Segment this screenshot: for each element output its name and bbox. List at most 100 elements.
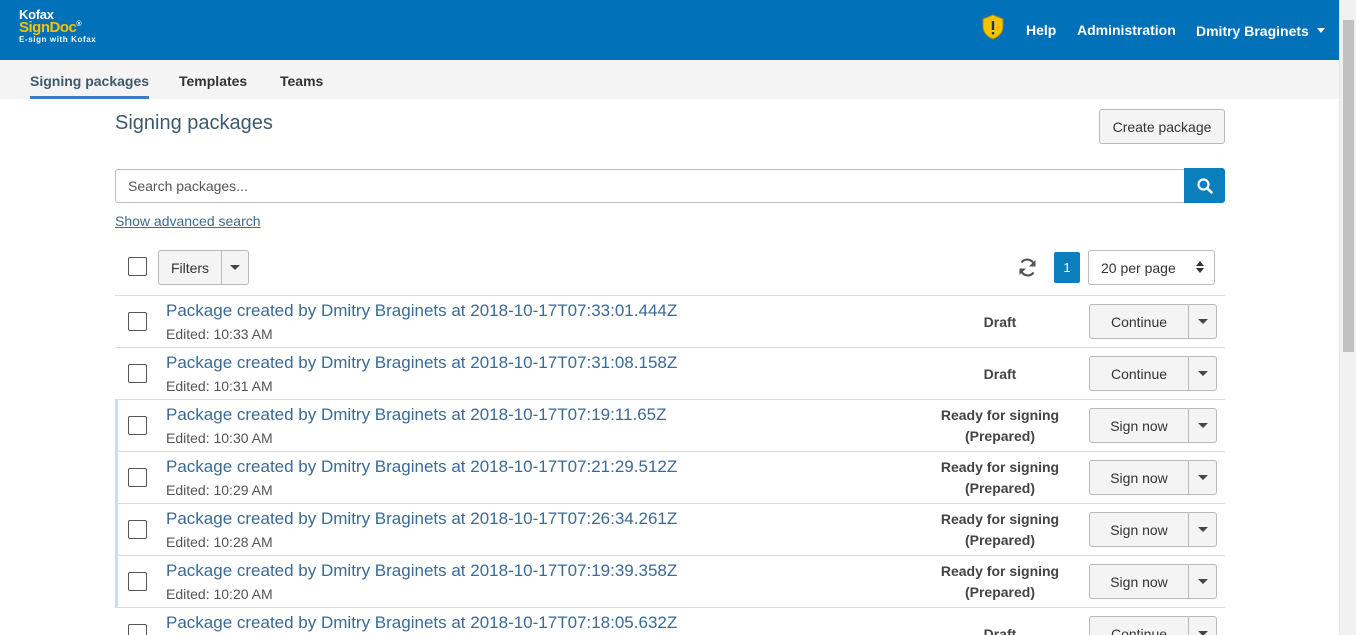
row-action-dropdown[interactable] — [1188, 460, 1217, 495]
status-text: Draft — [983, 313, 1017, 330]
row-action-button[interactable]: Sign now — [1089, 564, 1189, 599]
package-title-link[interactable]: Package created by Dmitry Braginets at 2… — [166, 457, 677, 477]
row-checkbox[interactable] — [128, 416, 147, 435]
tab-teams[interactable]: Teams — [280, 73, 323, 89]
status-subtext: (Prepared) — [964, 532, 1035, 548]
status-label: Ready for signing (Prepared) — [925, 400, 1075, 452]
caret-down-icon — [1197, 631, 1208, 635]
caret-down-icon — [1197, 579, 1208, 584]
row-action-button[interactable]: Continue — [1089, 356, 1189, 391]
logo-tagline: E-sign with Kofax — [19, 35, 97, 44]
row-action-dropdown[interactable] — [1188, 408, 1217, 443]
sort-arrows-icon — [1196, 261, 1204, 273]
status-text: Ready for signing — [940, 511, 1060, 527]
row-action-button[interactable]: Sign now — [1089, 460, 1189, 495]
edited-time: Edited: 10:31 AM — [166, 378, 273, 394]
status-label: Ready for signing (Prepared) — [925, 504, 1075, 556]
refresh-icon[interactable] — [1017, 257, 1038, 278]
logo-brand: SignDoc — [19, 19, 77, 36]
row-action-button[interactable]: Sign now — [1089, 512, 1189, 547]
top-navbar: Kofax SignDoc® E-sign with Kofax Help Ad… — [0, 0, 1339, 60]
security-warning-icon[interactable] — [982, 14, 1004, 40]
edited-time: Edited: 10:29 AM — [166, 482, 273, 498]
caret-down-icon — [1197, 319, 1208, 324]
page-title: Signing packages — [115, 112, 273, 134]
caret-down-icon — [1197, 371, 1208, 376]
user-name: Dmitry Braginets — [1196, 23, 1309, 39]
pagination-page-1[interactable]: 1 — [1054, 252, 1080, 283]
status-label: Ready for signing (Prepared) — [925, 556, 1075, 608]
caret-down-icon — [1197, 423, 1208, 428]
logo-line2: SignDoc® — [19, 20, 96, 35]
edited-time: Edited: 10:33 AM — [166, 326, 273, 342]
edited-time: Edited: 10:30 AM — [166, 430, 273, 446]
search-icon — [1196, 177, 1213, 194]
row-action-dropdown[interactable] — [1188, 304, 1217, 339]
kofax-signdoc-logo[interactable]: Kofax SignDoc® E-sign with Kofax — [19, 8, 96, 44]
section-tabs: Signing packages Templates Teams — [0, 60, 1339, 99]
caret-down-icon — [1197, 475, 1208, 480]
active-tab-indicator — [30, 96, 149, 99]
package-title-link[interactable]: Package created by Dmitry Braginets at 2… — [166, 301, 677, 321]
user-menu[interactable]: Dmitry Braginets — [1196, 23, 1325, 39]
scrollbar-thumb[interactable] — [1343, 20, 1354, 352]
search-button[interactable] — [1184, 168, 1225, 203]
row-action-dropdown[interactable] — [1188, 616, 1217, 635]
status-text: Draft — [983, 365, 1017, 382]
row-action-dropdown[interactable] — [1188, 512, 1217, 547]
row-action-button[interactable]: Continue — [1089, 304, 1189, 339]
package-row: Package created by Dmitry Braginets at 2… — [115, 607, 1225, 635]
caret-down-icon — [230, 265, 240, 270]
package-title-link[interactable]: Package created by Dmitry Braginets at 2… — [166, 561, 677, 581]
package-row: Package created by Dmitry Braginets at 2… — [115, 451, 1225, 503]
filters-button[interactable]: Filters — [158, 250, 222, 285]
row-checkbox[interactable] — [128, 624, 147, 635]
row-checkbox[interactable] — [128, 364, 147, 383]
package-row: Package created by Dmitry Braginets at 2… — [115, 503, 1225, 555]
row-action-button[interactable]: Sign now — [1089, 408, 1189, 443]
tab-signing-packages[interactable]: Signing packages — [30, 73, 149, 89]
status-subtext: (Prepared) — [964, 584, 1035, 600]
status-text: Ready for signing — [940, 407, 1060, 423]
row-checkbox[interactable] — [128, 520, 147, 539]
package-row: Package created by Dmitry Braginets at 2… — [115, 347, 1225, 399]
status-label: Draft — [925, 348, 1075, 400]
package-title-link[interactable]: Package created by Dmitry Braginets at 2… — [166, 353, 677, 373]
advanced-search-link[interactable]: Show advanced search — [115, 213, 261, 229]
row-action-button[interactable]: Continue — [1089, 616, 1189, 635]
package-title-link[interactable]: Package created by Dmitry Braginets at 2… — [166, 509, 677, 529]
per-page-value: 20 per page — [1101, 259, 1176, 276]
row-action-dropdown[interactable] — [1188, 564, 1217, 599]
row-checkbox[interactable] — [128, 468, 147, 487]
search-input[interactable] — [115, 169, 1185, 203]
status-label: Draft — [925, 296, 1075, 348]
package-row: Package created by Dmitry Braginets at 2… — [115, 295, 1225, 347]
select-all-checkbox[interactable] — [128, 257, 147, 276]
status-label: Ready for signing (Prepared) — [925, 452, 1075, 504]
row-checkbox[interactable] — [128, 312, 147, 331]
create-package-button[interactable]: Create package — [1099, 109, 1225, 144]
caret-down-icon — [1197, 527, 1208, 532]
tab-templates[interactable]: Templates — [179, 73, 247, 89]
package-row: Package created by Dmitry Braginets at 2… — [115, 555, 1225, 607]
status-subtext: (Prepared) — [964, 480, 1035, 496]
status-subtext: (Prepared) — [964, 428, 1035, 444]
help-link[interactable]: Help — [1026, 22, 1056, 38]
status-text: Draft — [983, 625, 1017, 635]
row-checkbox[interactable] — [128, 572, 147, 591]
chevron-down-icon — [1316, 28, 1325, 33]
administration-link[interactable]: Administration — [1077, 22, 1176, 38]
filters-dropdown-toggle[interactable] — [221, 250, 249, 285]
package-title-link[interactable]: Package created by Dmitry Braginets at 2… — [166, 405, 667, 425]
status-text: Ready for signing — [940, 563, 1060, 579]
per-page-select[interactable]: 20 per page — [1088, 250, 1215, 285]
package-title-link[interactable]: Package created by Dmitry Braginets at 2… — [166, 613, 677, 633]
vertical-scrollbar[interactable] — [1339, 0, 1356, 635]
row-action-dropdown[interactable] — [1188, 356, 1217, 391]
package-row: Package created by Dmitry Braginets at 2… — [115, 399, 1225, 451]
status-text: Ready for signing — [940, 459, 1060, 475]
edited-time: Edited: 10:28 AM — [166, 534, 273, 550]
logo-trademark: ® — [76, 21, 82, 28]
edited-time: Edited: 10:20 AM — [166, 586, 273, 602]
status-label: Draft — [925, 608, 1075, 635]
